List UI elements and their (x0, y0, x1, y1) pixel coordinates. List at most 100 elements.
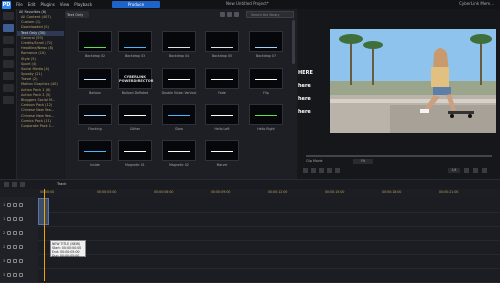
preview-scrubber[interactable] (306, 155, 492, 157)
track-number: 1 (3, 216, 6, 221)
subtitle-room-icon[interactable] (3, 96, 14, 104)
stop-icon[interactable] (311, 168, 316, 173)
title-template-thumbnail[interactable] (205, 104, 239, 125)
import-icon[interactable] (220, 12, 225, 17)
title-template-thumbnail[interactable] (162, 68, 196, 89)
title-template-thumbnail[interactable]: CYBERLINK POWERDIRECTOR (118, 68, 154, 89)
ruler-tick-label: 00:00:03:00 (97, 190, 117, 194)
visible-icon[interactable] (13, 244, 18, 249)
thumbnail-accent-line (124, 115, 146, 116)
play-icon[interactable] (303, 168, 308, 173)
playhead[interactable] (44, 189, 45, 281)
audio-room-icon[interactable] (3, 84, 14, 92)
lock-icon[interactable] (7, 230, 12, 235)
title-template-thumbnail[interactable] (249, 104, 283, 125)
track-type-icon[interactable] (19, 244, 24, 249)
thumbnail-text: CYBERLINK POWERDIRECTOR (119, 75, 154, 83)
account-name[interactable]: CyberLink Mem... (459, 1, 494, 6)
visible-icon[interactable] (13, 230, 18, 235)
lock-icon[interactable] (7, 244, 12, 249)
title-room-icon[interactable] (3, 24, 14, 32)
track-type-icon[interactable] (19, 230, 24, 235)
track-type-icon[interactable] (19, 202, 24, 207)
track-manager-icon[interactable] (4, 182, 9, 187)
preview-video-frame[interactable] (330, 29, 496, 133)
menu-plugins[interactable]: Plugins (40, 2, 54, 7)
title-template-thumbnail[interactable] (118, 104, 152, 125)
fast-forward-icon[interactable] (335, 168, 340, 173)
filter-dropdown[interactable]: Text Only (65, 11, 89, 18)
title-template-thumbnail[interactable] (205, 68, 239, 89)
next-frame-icon[interactable] (327, 168, 332, 173)
title-template-thumbnail[interactable] (118, 31, 152, 52)
thumbnail-accent-line (255, 79, 277, 80)
track-header: 1 (0, 197, 38, 212)
track-number: 1 (3, 202, 6, 207)
title-template-thumbnail[interactable] (249, 31, 283, 52)
title-template-thumbnail[interactable] (78, 68, 112, 89)
track-header: 3 (0, 253, 38, 268)
thumbnail-label: Glow (175, 127, 183, 131)
overlay-line: HERE (298, 70, 313, 76)
overlay-line: here (298, 96, 311, 102)
lock-icon[interactable] (7, 258, 12, 263)
menu-edit[interactable]: Edit (28, 2, 36, 7)
undock-icon[interactable] (482, 168, 487, 173)
pip-room-icon[interactable] (3, 60, 14, 68)
track-number: 3 (3, 272, 6, 277)
title-template-thumbnail[interactable] (162, 104, 196, 125)
visible-icon[interactable] (13, 258, 18, 263)
media-room-icon[interactable] (3, 12, 14, 20)
thumbnail-label: Glitter (129, 127, 140, 131)
zoom-dropdown[interactable]: Fit (353, 159, 373, 164)
title-template-thumbnail[interactable] (78, 104, 112, 125)
title-template-thumbnail[interactable] (162, 31, 196, 52)
track-header: 2 (0, 239, 38, 254)
prev-frame-icon[interactable] (319, 168, 324, 173)
ruler-tick-label: 00:00:21:00 (439, 190, 459, 194)
track-type-icon[interactable] (19, 272, 24, 277)
quality-dropdown[interactable]: 1/4 (448, 168, 460, 173)
track-type-icon[interactable] (19, 258, 24, 263)
overlay-line: here (298, 83, 311, 89)
thumbnail-accent-line (124, 151, 146, 152)
thumbnail-accent-line (255, 115, 277, 116)
title-template-thumbnail[interactable] (78, 31, 112, 52)
visible-icon[interactable] (13, 202, 18, 207)
title-template-thumbnail[interactable] (249, 68, 283, 89)
timeline-ruler[interactable]: 00:00:00 00:00:03:00 00:00:06:00 00:00:09:0… (0, 189, 500, 197)
title-template-thumbnail[interactable] (162, 140, 196, 161)
library-scrollbar[interactable] (292, 20, 295, 64)
lock-icon[interactable] (7, 216, 12, 221)
visible-icon[interactable] (13, 272, 18, 277)
trim-icon[interactable] (20, 182, 25, 187)
transition-room-icon[interactable] (3, 48, 14, 56)
grid-view-icon[interactable] (227, 12, 232, 17)
timeline-track-label[interactable]: Track (57, 182, 66, 186)
snapshot-icon[interactable] (464, 168, 469, 173)
thumbnail-label: Double Vision Vertical (161, 91, 197, 95)
lock-icon[interactable] (7, 202, 12, 207)
track-type-icon[interactable] (19, 216, 24, 221)
visible-icon[interactable] (13, 216, 18, 221)
lock-icon[interactable] (7, 272, 12, 277)
thumbnail-accent-line (84, 47, 106, 48)
title-template-thumbnail[interactable] (205, 31, 239, 52)
particle-room-icon[interactable] (3, 72, 14, 80)
title-template-thumbnail[interactable] (118, 140, 152, 161)
menu-file[interactable]: File (16, 2, 23, 7)
thumbnail-label: Fade (218, 91, 226, 95)
fx-room-icon[interactable] (3, 36, 14, 44)
produce-button[interactable]: Produce (112, 1, 160, 8)
library-search-input[interactable]: Search the library (246, 11, 294, 18)
category-item[interactable]: Corporate Pack 1... (17, 124, 64, 129)
volume-icon[interactable] (473, 168, 478, 173)
title-template-thumbnail[interactable] (205, 140, 239, 161)
menu-playback[interactable]: Playback (74, 2, 92, 7)
title-template-thumbnail[interactable] (78, 140, 112, 161)
preview-mode-toggle[interactable]: Clip Movie (306, 159, 350, 164)
split-icon[interactable] (12, 182, 17, 187)
list-view-icon[interactable] (234, 12, 239, 17)
menu-view[interactable]: View (60, 2, 70, 7)
category-rows: All Content (407) Custom (1) Downloaded (0… (17, 15, 64, 129)
